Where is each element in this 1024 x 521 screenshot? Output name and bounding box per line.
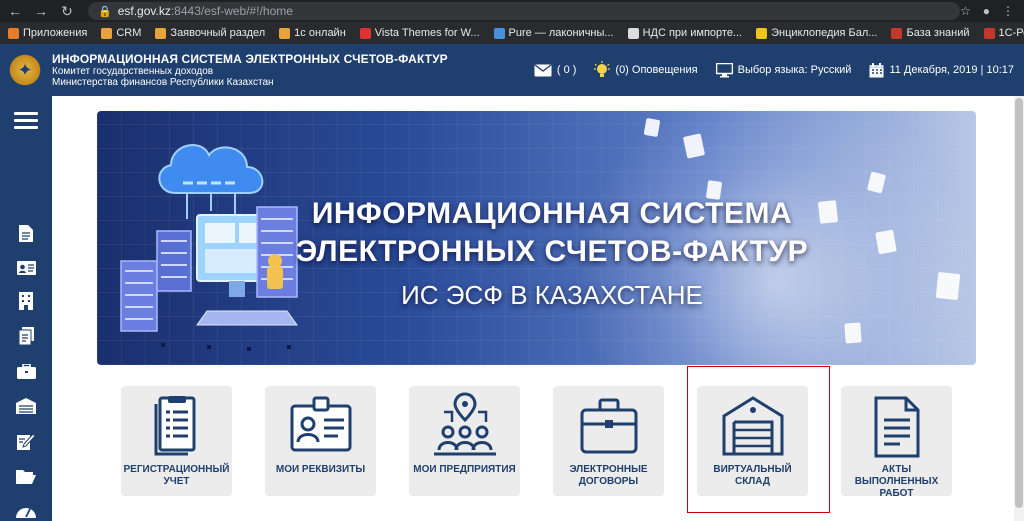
floating-document-icon	[844, 322, 862, 344]
monitor-icon	[715, 62, 733, 77]
bookmark-1c-rating[interactable]: 1С-Рейтинг: Прогр...	[983, 27, 1024, 39]
forward-icon[interactable]: →	[32, 2, 50, 20]
bookmark-icon	[756, 27, 768, 39]
system-title: ИНФОРМАЦИОННАЯ СИСТЕМА ЭЛЕКТРОННЫХ СЧЕТО…	[52, 52, 448, 66]
bookmark-icon	[101, 27, 113, 39]
tile-label: МОИ РЕКВИЗИТЫ	[275, 464, 366, 475]
address-bar[interactable]: 🔒 esf.gov.kz:8443/esf-web/#!/home	[88, 2, 960, 20]
building-icon[interactable]	[16, 292, 36, 310]
tile-label: АКТЫ ВЫПОЛНЕННЫХ РАБОТ	[854, 464, 939, 499]
star-icon[interactable]: ☆	[960, 4, 971, 18]
banner-text: ИНФОРМАЦИОННАЯ СИСТЕМА ЭЛЕКТРОННЫХ СЧЕТО…	[292, 195, 812, 317]
committee-name: Комитет государственных доходов	[52, 66, 214, 77]
notifications-button[interactable]: (0) Оповещения	[594, 61, 698, 79]
floating-document-icon	[935, 271, 961, 301]
bookmark-knowledge[interactable]: База знаний	[891, 27, 970, 39]
tile-label: МОИ ПРЕДПРИЯТИЯ	[413, 464, 516, 475]
bookmark-icon	[983, 27, 995, 39]
url-host: esf.gov.kz	[117, 4, 171, 18]
bookmark-1c-online[interactable]: 1с онлайн	[279, 27, 346, 39]
profile-icon[interactable]: ●	[983, 4, 990, 18]
act-document-icon	[874, 396, 919, 458]
tile-label: РЕГИСТРАЦИОННЫЙ УЧЕТ	[123, 464, 230, 487]
floating-document-icon	[875, 229, 897, 255]
site-header: ✦ ИНФОРМАЦИОННАЯ СИСТЕМА ЭЛЕКТРОННЫХ СЧЕ…	[0, 44, 1024, 96]
tile-label: ЭЛЕКТРОННЫЕ ДОГОВОРЫ	[569, 464, 648, 487]
floating-document-icon	[643, 117, 661, 138]
browser-toolbar: ← → ↻ 🔒 esf.gov.kz:8443/esf-web/#!/home …	[0, 0, 1024, 22]
briefcase-icon[interactable]	[16, 362, 36, 380]
language-label: Выбор языка: Русский	[737, 64, 852, 76]
calendar-icon	[869, 62, 884, 77]
messages-count: ( 0 )	[556, 64, 577, 76]
registration-document-icon	[154, 396, 195, 456]
folder-open-icon[interactable]	[16, 467, 36, 485]
banner-line-1: ИНФОРМАЦИОННАЯ СИСТЕМА	[311, 197, 793, 230]
bookmark-icon	[627, 27, 639, 39]
tile-my-details[interactable]: МОИ РЕКВИЗИТЫ	[265, 386, 376, 496]
envelope-icon	[534, 63, 552, 76]
tile-electronic-contracts[interactable]: ЭЛЕКТРОННЫЕ ДОГОВОРЫ	[553, 386, 664, 496]
bookmark-encyclopedia[interactable]: Энциклопедия Бал...	[756, 27, 877, 39]
edit-icon[interactable]	[16, 432, 36, 450]
bookmarks-bar: Приложения CRM Заявочный раздел 1с онлай…	[0, 22, 1024, 44]
tile-work-acts[interactable]: АКТЫ ВЫПОЛНЕННЫХ РАБОТ	[841, 386, 952, 499]
bookmark-icon	[155, 27, 167, 39]
bookmark-vista[interactable]: Vista Themes for W...	[359, 27, 480, 39]
scrollbar[interactable]	[1014, 96, 1024, 521]
reload-icon[interactable]: ↻	[58, 2, 76, 20]
url-path: :8443/esf-web/#!/home	[170, 4, 293, 18]
dashboard-icon[interactable]	[16, 502, 36, 520]
people-location-icon	[433, 392, 496, 456]
bookmark-icon	[279, 27, 291, 39]
lightbulb-icon	[594, 61, 611, 77]
warehouse-icon[interactable]	[16, 397, 36, 415]
header-titles: ИНФОРМАЦИОННАЯ СИСТЕМА ЭЛЕКТРОННЫХ СЧЕТО…	[52, 52, 448, 88]
floating-document-icon	[817, 200, 839, 224]
lock-icon: 🔒	[98, 5, 112, 18]
bookmark-pure[interactable]: Pure — лаконичны...	[493, 27, 614, 39]
menu-icon[interactable]	[14, 112, 38, 130]
date-display: 11 Декабря, 2019 | 10:17	[869, 62, 1014, 78]
emblem-logo: ✦	[6, 51, 44, 89]
quick-access-tiles: РЕГИСТРАЦИОННЫЙ УЧЕТ МОИ РЕКВИЗИТЫ МОИ П…	[121, 386, 961, 499]
copy-icon[interactable]	[16, 327, 36, 345]
sidebar	[0, 96, 52, 521]
bookmark-apps[interactable]: Приложения	[8, 27, 87, 39]
bookmark-icon	[891, 27, 903, 39]
document-icon[interactable]	[16, 224, 36, 242]
tile-my-enterprises[interactable]: МОИ ПРЕДПРИЯТИЯ	[409, 386, 520, 496]
messages-button[interactable]: ( 0 )	[534, 63, 577, 77]
more-icon[interactable]: ⋮	[1002, 4, 1014, 18]
tile-registration[interactable]: РЕГИСТРАЦИОННЫЙ УЧЕТ	[121, 386, 232, 496]
apps-icon	[8, 27, 19, 39]
bookmark-icon	[493, 27, 505, 39]
id-card-icon[interactable]	[16, 259, 36, 277]
bookmark-icon	[359, 27, 371, 39]
banner-line-2: ЭЛЕКТРОННЫХ СЧЕТОВ-ФАКТУР	[295, 235, 809, 268]
date-time-text: 11 Декабря, 2019 | 10:17	[889, 64, 1014, 76]
notifications-label: (0) Оповещения	[615, 64, 698, 76]
bookmark-crm[interactable]: CRM	[101, 27, 141, 39]
banner-line-3: ИС ЭСФ В КАЗАХСТАНЕ	[401, 280, 703, 310]
briefcase-icon	[580, 398, 637, 454]
highlight-frame	[687, 366, 830, 513]
scrollbar-thumb[interactable]	[1015, 98, 1023, 508]
back-icon[interactable]: ←	[6, 2, 24, 20]
id-card-icon	[290, 396, 351, 452]
bookmark-nds[interactable]: НДС при импорте...	[627, 27, 742, 39]
ministry-name: Министерства финансов Республики Казахст…	[52, 77, 274, 88]
bookmark-requests[interactable]: Заявочный раздел	[155, 27, 265, 39]
hero-banner: ИНФОРМАЦИОННАЯ СИСТЕМА ЭЛЕКТРОННЫХ СЧЕТО…	[97, 111, 976, 365]
language-selector[interactable]: Выбор языка: Русский	[715, 62, 852, 78]
